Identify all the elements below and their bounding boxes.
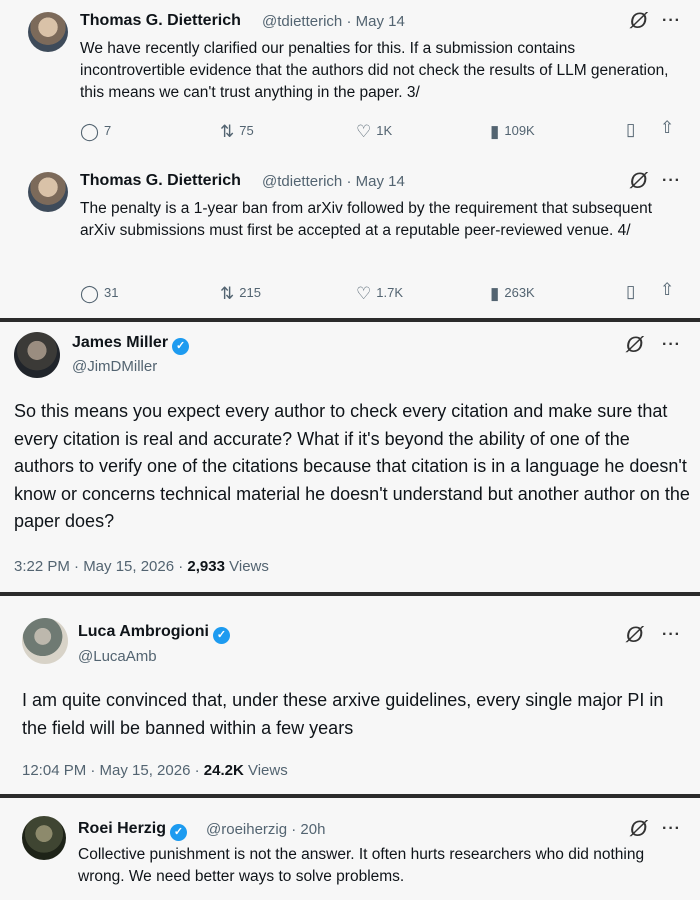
like-count: 1K [376,123,393,138]
views-button[interactable]: ▮ 263K [490,284,535,304]
reply-count: 7 [104,123,112,138]
tweet-date[interactable]: · 20h [291,821,325,838]
views-count: 109K [504,123,535,138]
views-button[interactable]: ▮ 109K [490,122,535,142]
tweet-meta: 12:04 PM · May 15, 2026 · 24.2K Views [22,762,288,779]
tweet-text: Collective punishment is not the answer.… [78,846,645,885]
verified-badge-icon: ✓ [212,627,230,644]
grok-slash-icon[interactable]: Ø [626,622,643,648]
author-name[interactable]: James Miller ✓ [72,334,190,355]
grok-slash-icon[interactable]: Ø [630,8,647,34]
reply-button[interactable]: ◯ 7 [80,122,111,142]
repost-arrows-icon: ⇅ [220,122,235,141]
more-dots-icon[interactable]: ··· [662,172,681,190]
like-button[interactable]: ♡ 1.7K [356,284,403,304]
author-name-text[interactable]: Luca Ambrogioni [78,623,209,640]
like-button[interactable]: ♡ 1K [356,122,392,142]
repost-button[interactable]: ⇅ 215 [220,284,261,304]
tweet-panel-ambrogioni: Luca Ambrogioni ✓ @LucaAmb Ø ··· I am qui… [0,596,700,794]
grok-slash-icon[interactable]: Ø [626,332,643,358]
more-dots-icon[interactable]: ··· [662,820,681,838]
avatar[interactable] [22,618,68,664]
avatar[interactable] [28,12,68,52]
author-name[interactable]: Thomas G. Dietterich [80,12,241,30]
grok-slash-icon[interactable]: Ø [630,816,647,842]
speech-bubble-icon: ◯ [80,284,100,303]
bar-chart-icon: ▮ [490,122,500,141]
handle-text[interactable]: @tdietterich [262,13,342,30]
timestamp[interactable]: 3:22 PM · May 15, 2026 · [14,558,187,575]
views-count: 24.2K [203,762,244,779]
tweet-meta: 3:22 PM · May 15, 2026 · 2,933 Views [14,558,269,575]
speech-bubble-icon: ◯ [80,122,100,141]
author-name[interactable]: Roei Herzig ✓ [78,820,188,841]
like-count: 1.7K [376,285,403,300]
repost-arrows-icon: ⇅ [220,284,235,303]
avatar[interactable] [28,172,68,212]
repost-count: 215 [239,285,261,300]
more-dots-icon[interactable]: ··· [662,336,681,354]
share-icon[interactable]: ⇧ [660,118,674,138]
author-handle[interactable]: @JimDMiller [72,358,157,375]
tweet-text: The penalty is a 1-year ban from arXiv f… [80,200,653,239]
author-name[interactable]: Thomas G. Dietterich [80,172,241,190]
repost-count: 75 [239,123,254,138]
more-dots-icon[interactable]: ··· [662,12,681,30]
share-icon[interactable]: ⇧ [660,280,674,300]
grok-slash-icon[interactable]: Ø [630,168,647,194]
author-name-text[interactable]: Roei Herzig [78,820,166,837]
timestamp[interactable]: 12:04 PM · May 15, 2026 · [22,762,204,779]
heart-icon: ♡ [356,284,372,303]
author-name-text[interactable]: James Miller [72,334,168,351]
bar-chart-icon: ▮ [490,284,500,303]
avatar[interactable] [22,816,66,860]
views-label: Views [243,762,288,779]
tweet-text: So this means you expect every author to… [14,401,690,531]
more-dots-icon[interactable]: ··· [662,626,681,644]
author-handle[interactable]: @roeiherzig · 20h [206,821,325,838]
reply-button[interactable]: ◯ 31 [80,284,119,304]
handle-text[interactable]: @roeiherzig [206,821,287,838]
tweet-date[interactable]: · May 14 [346,173,404,190]
reply-count: 31 [104,285,119,300]
bookmark-icon[interactable]: ▯ [626,282,635,302]
verified-badge-icon: ✓ [170,824,188,841]
bookmark-icon[interactable]: ▯ [626,120,635,140]
views-label: Views [224,558,269,575]
author-handle[interactable]: @LucaAmb [78,648,157,665]
views-count: 2,933 [187,558,225,575]
views-count: 263K [504,285,535,300]
tweet-text: We have recently clarified our penalties… [80,40,669,101]
repost-button[interactable]: ⇅ 75 [220,122,254,142]
heart-icon: ♡ [356,122,372,141]
avatar[interactable] [14,332,60,378]
tweet-date[interactable]: · May 14 [346,13,404,30]
thread-panel-dietterich: Thomas G. Dietterich @tdietterich · May … [0,0,700,318]
handle-text[interactable]: @tdietterich [262,173,342,190]
tweet-text: I am quite convinced that, under these a… [22,690,664,738]
tweet-panel-herzig: Roei Herzig ✓ @roeiherzig · 20h Ø ··· Col… [0,798,700,900]
tweet-panel-miller: James Miller ✓ @JimDMiller Ø ··· So this … [0,322,700,592]
author-handle[interactable]: @tdietterich · May 14 [262,173,405,190]
verified-badge-icon: ✓ [172,338,190,355]
author-handle[interactable]: @tdietterich · May 14 [262,13,405,30]
author-name[interactable]: Luca Ambrogioni ✓ [78,623,230,644]
